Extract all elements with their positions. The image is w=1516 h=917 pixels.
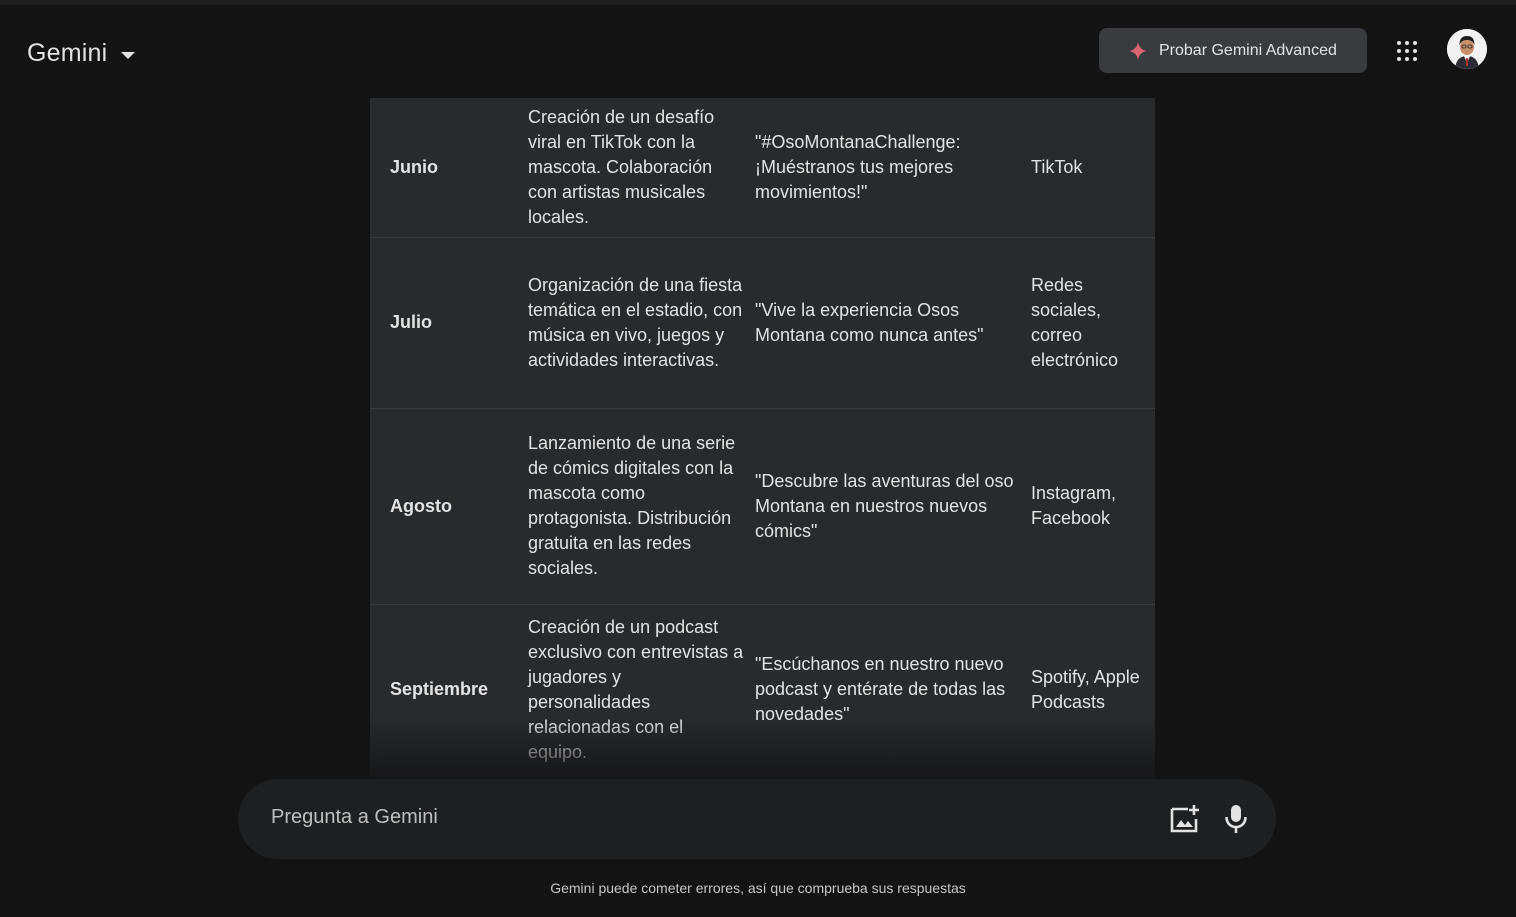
table-row: Junio Creación de un desafío viral en Tik… xyxy=(370,98,1155,238)
image-upload-icon[interactable] xyxy=(1168,803,1202,835)
mic-icon[interactable] xyxy=(1222,803,1250,835)
header: Gemini Probar Gemini Advanced xyxy=(0,5,1516,95)
channels-cell: Spotify, Apple Podcasts xyxy=(1031,604,1155,776)
channels-cell: Redes sociales, correo electrónico xyxy=(1031,237,1155,409)
app-name: Gemini xyxy=(27,39,108,67)
avatar[interactable] xyxy=(1447,29,1487,69)
table-row: Septiembre Creación de un podcast exclusi… xyxy=(370,604,1155,776)
disclaimer: Gemini puede cometer errores, así que co… xyxy=(550,880,966,896)
activity-cell: Organización de una fiesta temática en e… xyxy=(528,237,755,409)
chevron-down-icon xyxy=(121,51,136,59)
prompt-placeholder: Pregunta a Gemini xyxy=(271,806,438,828)
month-cell: Junio xyxy=(370,98,528,238)
try-advanced-button[interactable]: Probar Gemini Advanced xyxy=(1099,28,1367,73)
prompt-input[interactable]: Pregunta a Gemini xyxy=(238,779,1276,859)
slogan-cell: "#OsoMontanaChallenge: ¡Muéstranos tus m… xyxy=(755,98,1031,238)
slogan-cell: "Escúchanos en nuestro nuevo podcast y e… xyxy=(755,604,1031,776)
month-cell: Julio xyxy=(370,237,528,409)
activity-cell: Lanzamiento de una serie de cómics digit… xyxy=(528,408,755,605)
activity-cell: Creación de un podcast exclusivo con ent… xyxy=(528,604,755,776)
month-cell: Septiembre xyxy=(370,604,528,776)
activity-cell: Creación de un desafío viral en TikTok c… xyxy=(528,98,755,238)
table-row: Julio Organización de una fiesta temática… xyxy=(370,237,1155,409)
table-row: Agosto Lanzamiento de una serie de cómics… xyxy=(370,408,1155,605)
month-cell: Agosto xyxy=(370,408,528,605)
slogan-cell: "Descubre las aventuras del oso Montana … xyxy=(755,408,1031,605)
apps-grid-icon[interactable] xyxy=(1397,41,1417,61)
channels-cell: TikTok xyxy=(1031,98,1155,238)
spark-icon xyxy=(1129,41,1147,60)
model-switcher[interactable]: Gemini xyxy=(27,39,136,68)
try-advanced-label: Probar Gemini Advanced xyxy=(1159,41,1337,59)
channels-cell: Instagram, Facebook xyxy=(1031,408,1155,605)
slogan-cell: "Vive la experiencia Osos Montana como n… xyxy=(755,237,1031,409)
avatar-image xyxy=(1447,29,1487,69)
campaign-table: Junio Creación de un desafío viral en Tik… xyxy=(370,98,1155,778)
